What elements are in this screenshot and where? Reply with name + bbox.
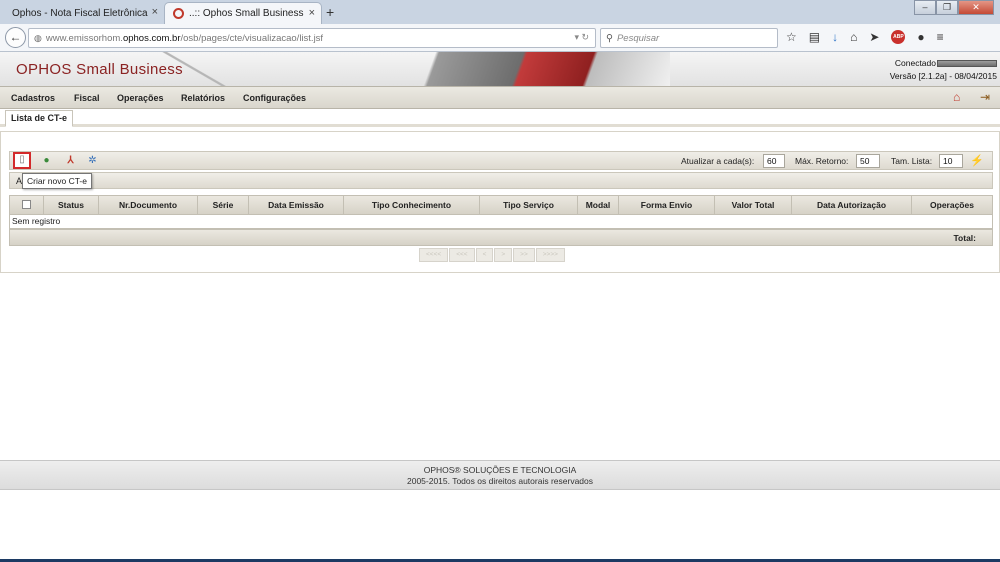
menu-configuracoes[interactable]: Configurações	[243, 93, 306, 103]
col-modal[interactable]: Modal	[578, 196, 619, 214]
refresh-interval-input[interactable]: 60	[763, 154, 785, 168]
search-icon: ⚲	[606, 32, 613, 44]
col-tipo-servico[interactable]: Tipo Serviço	[480, 196, 578, 214]
app-version: Versão [2.1.2a] - 08/04/2015	[889, 71, 997, 81]
address-bar[interactable]: ◍ www.emissorhom. ophos.com.br/osb/pages/…	[28, 28, 596, 48]
new-tab-button[interactable]: +	[326, 4, 334, 20]
close-window-button[interactable]: ✕	[958, 0, 994, 15]
browser-tab-small-business[interactable]: ..:: Ophos Small Business ×	[164, 2, 322, 24]
col-valor-total[interactable]: Valor Total	[715, 196, 792, 214]
restore-button[interactable]: ❐	[936, 0, 958, 15]
table-row: Sem registro	[9, 215, 993, 229]
page-footer: OPHOS® SOLUÇÕES E TECNOLOGIA 2005-2015. …	[0, 460, 1000, 490]
back-arrow-icon: ←	[9, 30, 22, 44]
tab-title: Ophos - Nota Fiscal Eletrônica	[12, 7, 148, 19]
list-size-label: Tam. Lista:	[891, 156, 933, 166]
footer-company: OPHOS® SOLUÇÕES E TECNOLOGIA	[423, 465, 577, 475]
table-footer: Total:	[9, 229, 993, 246]
menu-cadastros[interactable]: Cadastros	[11, 93, 55, 103]
browser-toolbar-icons: ☆ ▤ ↓ ⌂ ➤ ABP ● ≡	[786, 30, 944, 44]
bookmark-star-icon[interactable]: ☆	[786, 30, 797, 44]
list-toolbar: ▯ ● ⅄ ✲ Atualizar a cada(s): 60 Máx. Ret…	[9, 151, 993, 170]
downloads-icon[interactable]: ↓	[832, 30, 838, 44]
browser-tabstrip: Ophos - Nota Fiscal Eletrônica × ..:: Op…	[0, 0, 1000, 24]
menu-fiscal[interactable]: Fiscal	[74, 93, 100, 103]
url-path: /osb/pages/cte/visualizacao/list.jsf	[180, 32, 324, 44]
header-banner-image	[330, 52, 670, 86]
col-data-emissao[interactable]: Data Emissão	[249, 196, 344, 214]
menu-operacoes[interactable]: Operações	[117, 93, 164, 103]
pager-fast-back-button[interactable]: <<<	[449, 248, 475, 262]
chat-icon[interactable]: ●	[917, 30, 924, 44]
close-tab-icon[interactable]: ×	[152, 6, 158, 18]
app-logo: OPHOS Small Business	[16, 61, 183, 78]
window-controls: – ❐ ✕	[914, 0, 994, 15]
col-status[interactable]: Status	[44, 196, 99, 214]
tab-title: ..:: Ophos Small Business	[189, 8, 304, 19]
connection-status: Conectado	[895, 58, 997, 68]
home-icon[interactable]: ⌂	[850, 30, 857, 44]
url-prefix: www.emissorhom.	[45, 32, 123, 44]
send-icon[interactable]: ➤	[869, 30, 879, 44]
connection-bar	[937, 59, 997, 67]
exit-icon[interactable]: ⇥	[980, 90, 990, 104]
page-tabs: Lista de CT-e	[0, 109, 1000, 127]
col-operacoes: Operações	[930, 200, 974, 210]
col-nr-documento[interactable]: Nr.Documento	[99, 196, 198, 214]
col-forma-envio[interactable]: Forma Envio	[619, 196, 715, 214]
globe-icon[interactable]: ●	[40, 154, 53, 167]
globe-icon: ◍	[34, 32, 42, 43]
home-icon[interactable]: ⌂	[953, 90, 960, 104]
reading-list-icon[interactable]: ▤	[809, 30, 820, 44]
max-return-input[interactable]: 50	[856, 154, 880, 168]
pager-prev-button[interactable]: <	[475, 248, 494, 262]
site-favicon-icon	[173, 8, 184, 19]
footer-copyright: 2005-2015. Todos os direitos autorais re…	[406, 476, 593, 486]
total-label: Total:	[953, 233, 976, 243]
hamburger-menu-icon[interactable]: ≡	[937, 30, 944, 44]
pagination: <<<< <<< < > >> >>>>	[419, 248, 565, 262]
pager-fast-forward-button[interactable]: >>	[513, 248, 535, 262]
minimize-button[interactable]: –	[914, 0, 936, 15]
browser-navbar: ← ◍ www.emissorhom. ophos.com.br/osb/page…	[0, 24, 1000, 52]
pager-first-button[interactable]: <<<<	[419, 248, 449, 262]
search-input[interactable]: ⚲ Pesquisar	[600, 28, 778, 48]
adblock-icon[interactable]: ABP	[891, 30, 906, 44]
search-placeholder: Pesquisar	[616, 32, 660, 44]
select-all-checkbox[interactable]	[10, 196, 44, 214]
pager-last-button[interactable]: >>>>	[535, 248, 565, 262]
col-serie[interactable]: Série	[198, 196, 249, 214]
col-tipo-conhecimento[interactable]: Tipo Conhecimento	[344, 196, 480, 214]
list-size-input[interactable]: 10	[939, 154, 963, 168]
tab-lista-cte[interactable]: Lista de CT-e	[5, 110, 74, 127]
url-domain: ophos.com.br	[122, 32, 181, 44]
col-data-autorizacao[interactable]: Data Autorização	[792, 196, 912, 214]
settings-icon[interactable]: ✲	[86, 154, 99, 167]
filter-bar: A	[9, 172, 993, 189]
table-header: Status Nr.Documento Série Data Emissão T…	[9, 195, 993, 215]
lightning-icon[interactable]: ⚡	[970, 154, 984, 167]
max-return-label: Máx. Retorno:	[795, 156, 849, 166]
browser-tab-nfe[interactable]: Ophos - Nota Fiscal Eletrônica ×	[4, 2, 164, 24]
refresh-interval-label: Atualizar a cada(s):	[681, 156, 755, 166]
connection-label: Conectado	[894, 58, 936, 68]
checkbox-icon[interactable]	[22, 200, 31, 210]
menu-relatorios[interactable]: Relatórios	[181, 93, 225, 103]
new-document-icon[interactable]: ▯	[13, 152, 31, 169]
tooltip-new-cte: Criar novo CT-e	[22, 173, 92, 189]
pdf-icon[interactable]: ⅄	[64, 154, 77, 167]
reload-icon[interactable]: ▾ ↻	[574, 32, 589, 43]
back-button[interactable]: ←	[5, 27, 26, 48]
app-header: OPHOS Small Business Conectado Versão [2…	[0, 52, 1000, 87]
close-tab-icon[interactable]: ×	[309, 7, 315, 19]
content-panel: ▯ ● ⅄ ✲ Atualizar a cada(s): 60 Máx. Ret…	[0, 131, 1000, 273]
main-menu: Cadastros Fiscal Operações Relatórios Co…	[0, 87, 1000, 109]
pager-next-button[interactable]: >	[494, 248, 513, 262]
